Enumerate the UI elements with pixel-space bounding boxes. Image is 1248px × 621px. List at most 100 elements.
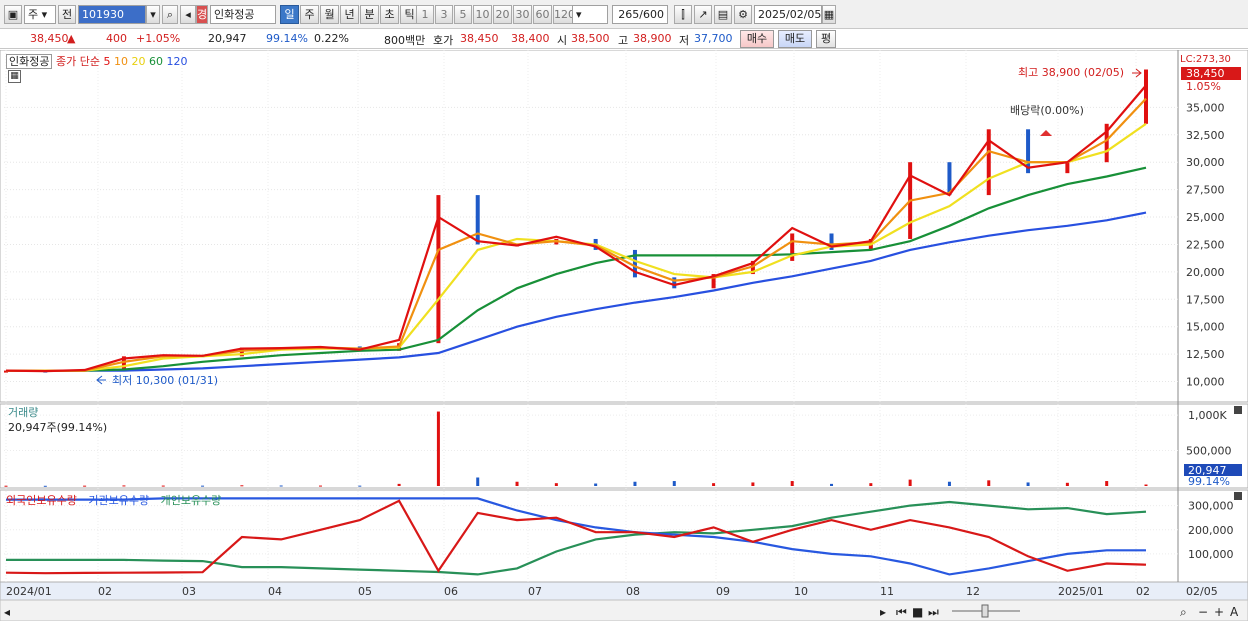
minute-option-4[interactable]: 20 xyxy=(493,5,512,24)
scroll-right-icon[interactable]: ▸ xyxy=(880,605,886,619)
volume-bar[interactable] xyxy=(947,481,951,486)
code-dropdown-icon[interactable]: ▾ xyxy=(146,5,160,24)
volume-bar[interactable] xyxy=(436,411,440,486)
interval-tab-2[interactable]: 월 xyxy=(320,5,339,24)
legend-ma60[interactable]: 60 xyxy=(149,55,163,68)
volume-bar[interactable] xyxy=(908,479,912,486)
auto-scale-icon[interactable]: A xyxy=(1230,605,1239,619)
low-marker-label: 최저 10,300 (01/31) xyxy=(112,374,218,387)
volume-bar[interactable] xyxy=(476,477,480,486)
price-candle[interactable] xyxy=(1065,162,1070,174)
stock-code-input[interactable]: 101930 xyxy=(78,5,146,24)
minute-option-1[interactable]: 3 xyxy=(435,5,453,24)
legend-foreign[interactable]: 외국인보유수량 xyxy=(6,494,77,507)
volume-bar[interactable] xyxy=(987,480,991,486)
stock-code-value: 101930 xyxy=(82,8,124,21)
calendar-icon[interactable]: ▦ xyxy=(822,5,836,24)
price-candle[interactable] xyxy=(1144,69,1148,124)
legend-institution[interactable]: 기관보유수량 xyxy=(88,494,149,507)
candle-type-icon[interactable]: ⫿ xyxy=(674,5,692,24)
prev-button[interactable]: 전 xyxy=(58,5,76,24)
save-icon[interactable]: ▤ xyxy=(714,5,732,24)
minute-option-2[interactable]: 5 xyxy=(454,5,472,24)
volume-bar[interactable] xyxy=(318,485,322,487)
volume-tick-label: 500,000 xyxy=(1186,445,1232,458)
volume-bar[interactable] xyxy=(515,481,519,486)
legend-ma120[interactable]: 120 xyxy=(166,55,187,68)
volume-bar[interactable] xyxy=(1105,481,1109,486)
data-count-field[interactable]: 265/600 xyxy=(612,5,668,24)
last-page-icon[interactable]: ⏭ xyxy=(928,605,939,619)
volume-bar[interactable] xyxy=(1026,482,1030,486)
speaker-icon[interactable]: ◂ xyxy=(180,5,196,24)
volume-bar[interactable] xyxy=(240,485,244,487)
price-tick-label: 15,000 xyxy=(1186,321,1225,334)
period-type-select[interactable]: 주 ▾ xyxy=(24,5,56,24)
holding-panel-close-icon[interactable] xyxy=(1234,492,1242,500)
price-tick-label: 35,000 xyxy=(1186,101,1225,114)
volume-bar[interactable] xyxy=(594,483,598,486)
price-candle[interactable] xyxy=(475,195,480,245)
minute-option-0[interactable]: 1 xyxy=(416,5,434,24)
price-tick-label: 32,500 xyxy=(1186,129,1225,142)
buy-button[interactable]: 매수 xyxy=(740,30,774,48)
volume-bar[interactable] xyxy=(201,485,205,487)
grid-toggle-icon[interactable]: ▦ xyxy=(8,70,21,83)
average-button[interactable]: 평 xyxy=(816,30,836,48)
volume-bar[interactable] xyxy=(279,485,283,487)
volume-bar[interactable] xyxy=(43,485,47,487)
legend-individual[interactable]: 개인보유수량 xyxy=(161,494,222,507)
volume-bar[interactable] xyxy=(1144,484,1148,486)
volume-bar[interactable] xyxy=(633,481,637,486)
interval-tab-0[interactable]: 일 xyxy=(280,5,299,24)
date-field[interactable]: 2025/02/05 xyxy=(754,5,822,24)
zoom-in-icon[interactable]: + xyxy=(1214,605,1224,619)
holding-tick-label: 200,000 xyxy=(1188,524,1234,537)
change-amount: 400 xyxy=(106,32,127,45)
scroll-left-icon[interactable]: ◂ xyxy=(4,605,10,619)
interval-tab-1[interactable]: 주 xyxy=(300,5,319,24)
minute-option-6[interactable]: 60 xyxy=(533,5,552,24)
volume-bar[interactable] xyxy=(554,483,558,486)
volume-panel[interactable] xyxy=(0,403,1248,489)
volume-bar[interactable] xyxy=(830,483,834,486)
window-menu-icon[interactable]: ▣ xyxy=(4,5,22,24)
minute-option-3[interactable]: 10 xyxy=(473,5,492,24)
volume-bar[interactable] xyxy=(161,485,165,487)
legend-ma5[interactable]: 5 xyxy=(103,55,110,68)
minute-option-5[interactable]: 30 xyxy=(513,5,532,24)
stop-icon[interactable]: ■ xyxy=(912,605,923,619)
volume-bar[interactable] xyxy=(358,485,362,487)
zoom-slider-handle[interactable] xyxy=(981,604,989,618)
chart-area[interactable]: 10,000 12,500 15,000 17,500 20,000 22,500 25,0… xyxy=(0,49,1248,621)
volume-bar[interactable] xyxy=(83,485,87,487)
volume-bar[interactable] xyxy=(869,483,873,486)
volume-bar[interactable] xyxy=(397,483,401,486)
stock-name-field[interactable]: 인화정공 xyxy=(210,5,276,24)
search-icon[interactable]: ⌕ xyxy=(162,5,178,24)
volume-panel-close-icon[interactable] xyxy=(1234,406,1242,414)
volume-bar[interactable] xyxy=(672,481,676,486)
volume-legend-title[interactable]: 거래량 xyxy=(8,404,38,420)
zoom-icon[interactable]: ⌕ xyxy=(1180,605,1187,619)
interval-tab-5[interactable]: 초 xyxy=(380,5,399,24)
count-current: 265 xyxy=(618,8,640,21)
first-page-icon[interactable]: ⏮ xyxy=(896,605,907,619)
volume-bar[interactable] xyxy=(712,483,716,486)
volume-bar[interactable] xyxy=(122,485,126,487)
volume-bar[interactable] xyxy=(1065,482,1069,486)
draw-tool-icon[interactable]: ↗ xyxy=(694,5,712,24)
interval-tab-4[interactable]: 분 xyxy=(360,5,379,24)
volume-bar[interactable] xyxy=(790,481,794,486)
sell-button[interactable]: 매도 xyxy=(778,30,812,48)
legend-ma20[interactable]: 20 xyxy=(131,55,145,68)
stock-chart[interactable]: 10,000 12,500 15,000 17,500 20,000 22,500 25,0… xyxy=(0,49,1248,621)
custom-minute-select[interactable]: ▾ xyxy=(572,5,608,24)
zoom-out-icon[interactable]: − xyxy=(1198,605,1208,619)
legend-ma10[interactable]: 10 xyxy=(114,55,128,68)
volume-bar[interactable] xyxy=(4,485,8,487)
interval-tab-3[interactable]: 년 xyxy=(340,5,359,24)
settings-icon[interactable]: ⚙ xyxy=(734,5,752,24)
volume-bar[interactable] xyxy=(751,482,755,486)
legend-stock-name[interactable]: 인화정공 xyxy=(6,54,53,69)
